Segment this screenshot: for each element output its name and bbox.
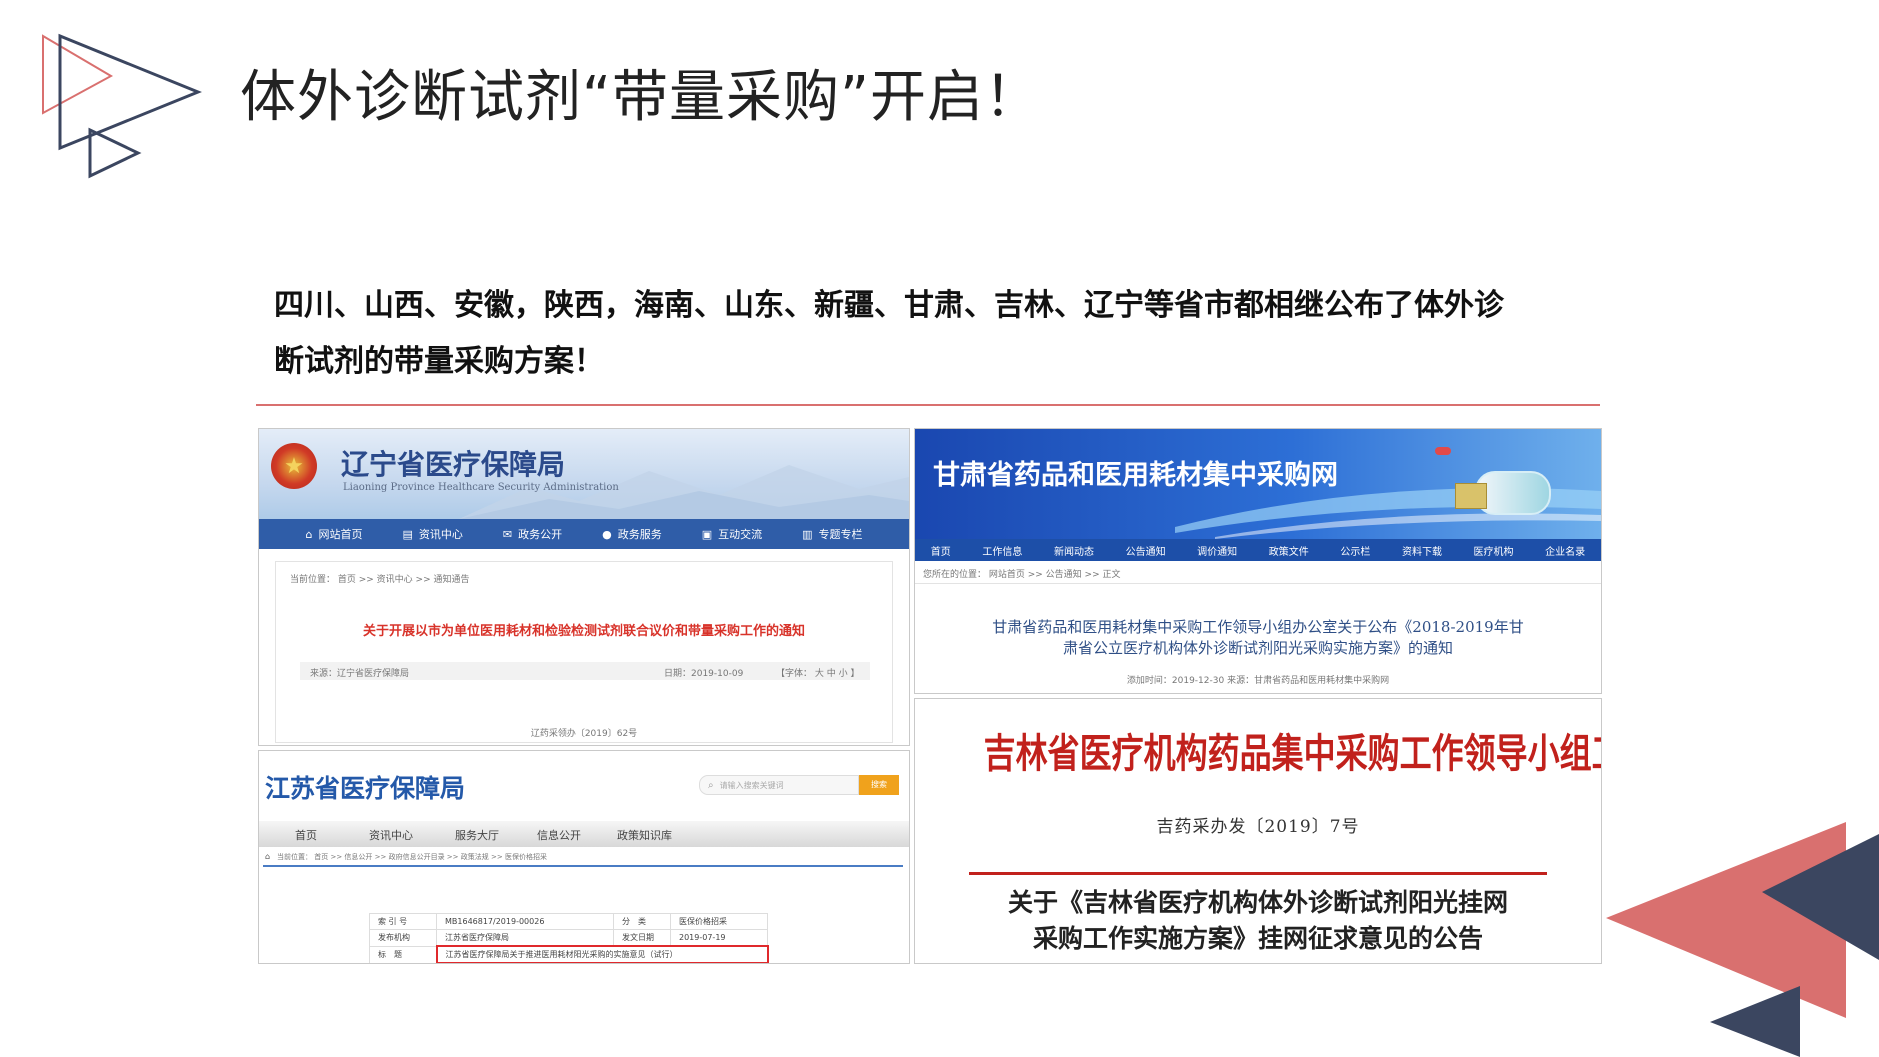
jilin-headline-line-1: 关于《吉林省医疗机构体外诊断试剂阳光挂网 bbox=[1007, 888, 1508, 917]
gansu-headline-line-1: 甘肃省药品和医用耗材集中采购工作领导小组办公室关于公布《2018-2019年甘 bbox=[992, 618, 1524, 636]
user-icon: ● bbox=[602, 527, 612, 541]
jiangsu-meta-box: 索 引 号 MB1646817/2019-00026 分 类 医保价格招采 发布… bbox=[369, 913, 769, 963]
nav-item-gov-open[interactable]: ✉ 政务公开 bbox=[503, 526, 562, 542]
jilin-doc-number: 吉药采办发〔2019〕7号 bbox=[1156, 817, 1360, 837]
liaoning-headline[interactable]: 关于开展以市为单位医用耗材和检验检测试剂联合议价和带量采购工作的通知 bbox=[276, 620, 892, 639]
intro-line-1: 四川、山西、安徽，陕西，海南、山东、新疆、甘肃、吉林、辽宁等省市都相继公布了体外… bbox=[274, 288, 1504, 323]
page-title: 体外诊断试剂“带量采购”开启！ bbox=[240, 65, 1042, 130]
jiangsu-breadcrumb: 当前位置： 首页 >> 信息公开 >> 政府信息公开目录 >> 政策法规 >> … bbox=[277, 853, 547, 861]
article-date: 日期：2019-10-09 bbox=[664, 669, 744, 679]
envelope-icon: ✉ bbox=[502, 527, 513, 541]
jiangsu-search-button[interactable]: 搜索 bbox=[859, 775, 899, 795]
doc-number: 辽药采领办〔2019〕62号 bbox=[530, 729, 638, 739]
gansu-site-title: 甘肃省药品和医用耗材集中采购网 bbox=[933, 460, 1338, 491]
jiangsu-nav-service[interactable]: 服务大厅 bbox=[455, 827, 499, 843]
gansu-article-meta: 添加时间：2019-12-30 来源：甘肃省药品和医用耗材集中采购网 bbox=[1126, 676, 1390, 686]
jilin-headline[interactable]: 关于《吉林省医疗机构体外诊断试剂阳光挂网 采购工作实施方案》挂网征求意见的公告 bbox=[915, 885, 1601, 957]
jilin-document: 吉林省医疗机构药品集中采购工作领导小组工作办公室文件 吉药采办发〔2019〕7号… bbox=[914, 698, 1602, 964]
gansu-nav-public[interactable]: 公示栏 bbox=[1340, 543, 1370, 558]
intro-line-2: 断试剂的带量采购方案！ bbox=[274, 344, 604, 379]
jiangsu-nav: 首页 资讯中心 服务大厅 信息公开 政策知识库 bbox=[259, 821, 909, 847]
columns-icon: ▥ bbox=[802, 527, 813, 541]
liaoning-nav: ⌂ 网站首页 ▤ 资讯中心 ✉ 政务公开 ● 政务服务 ▣ 互动交流 ▥ 专题专栏 bbox=[259, 519, 909, 549]
liaoning-site-title: 辽宁省医疗保障局 bbox=[341, 448, 566, 481]
jiangsu-nav-home[interactable]: 首页 bbox=[295, 827, 317, 843]
jiangsu-screenshot: 江苏省医疗保障局 ⌕ 请输入搜索关键词 搜索 首页 资讯中心 服务大厅 信息公开… bbox=[258, 750, 910, 964]
gansu-nav-companies[interactable]: 企业名录 bbox=[1545, 543, 1585, 558]
medicine-box-icon bbox=[1455, 483, 1487, 509]
table-row: 发布机构 江苏省医疗保障局 发文日期 2019-07-19 bbox=[369, 929, 768, 947]
liaoning-screenshot: ★ 辽宁省医疗保障局 Liaoning Province Healthcare … bbox=[258, 428, 910, 746]
gansu-nav-hospitals[interactable]: 医疗机构 bbox=[1474, 543, 1514, 558]
jiangsu-breadcrumb-bar: ⌂ 当前位置： 首页 >> 信息公开 >> 政府信息公开目录 >> 政策法规 >… bbox=[263, 851, 903, 867]
gansu-nav-policy[interactable]: 政策文件 bbox=[1269, 543, 1309, 558]
highlighted-title-cell: 江苏省医疗保障局关于推进医用耗材阳光采购的实施意见（试行） bbox=[435, 945, 769, 963]
table-row: 标 题 江苏省医疗保障局关于推进医用耗材阳光采购的实施意见（试行） bbox=[369, 945, 769, 963]
liaoning-banner: ★ 辽宁省医疗保障局 Liaoning Province Healthcare … bbox=[259, 429, 909, 519]
gansu-screenshot: 甘肃省药品和医用耗材集中采购网 首页 工作信息 新闻动态 公告通知 调价通知 政… bbox=[914, 428, 1602, 694]
book-icon: ▤ bbox=[402, 527, 413, 541]
gansu-breadcrumb: 您所在的位置： 网站首页 >> 公告通知 >> 正文 bbox=[923, 570, 1121, 580]
gansu-nav-price[interactable]: 调价通知 bbox=[1197, 543, 1237, 558]
gansu-nav-home[interactable]: 首页 bbox=[931, 543, 951, 558]
decor-triangles-top-left bbox=[42, 33, 202, 179]
font-size-toggle[interactable]: 【字体： 大 中 小 】 bbox=[776, 666, 859, 679]
divider-rule bbox=[256, 404, 1600, 406]
liaoning-content: 当前位置： 首页 >> 资讯中心 >> 通知通告 关于开展以市为单位医用耗材和检… bbox=[275, 561, 893, 743]
jiangsu-meta-table: 索 引 号 MB1646817/2019-00026 分 类 医保价格招采 发布… bbox=[369, 913, 769, 963]
jilin-headline-line-2: 采购工作实施方案》挂网征求意见的公告 bbox=[1032, 924, 1483, 953]
gansu-nav-work-info[interactable]: 工作信息 bbox=[982, 543, 1022, 558]
jilin-doc-title: 吉林省医疗机构药品集中采购工作领导小组工作办公室文件 bbox=[983, 730, 1601, 777]
gansu-nav-notices[interactable]: 公告通知 bbox=[1126, 543, 1166, 558]
nav-item-special[interactable]: ▥ 专题专栏 bbox=[802, 526, 862, 542]
gansu-headline-line-2: 肃省公立医疗机构体外诊断试剂阳光采购实施方案》的通知 bbox=[1062, 639, 1453, 657]
breadcrumb: 当前位置： 首页 >> 资讯中心 >> 通知通告 bbox=[290, 575, 470, 585]
national-emblem-icon: ★ bbox=[271, 443, 317, 489]
decor-triangles-bottom-right bbox=[1606, 822, 1879, 1057]
jilin-red-rule bbox=[969, 872, 1547, 875]
jiangsu-site-title: 江苏省医疗保障局 bbox=[265, 774, 466, 803]
table-row: 索 引 号 MB1646817/2019-00026 分 类 医保价格招采 bbox=[369, 913, 768, 930]
jiangsu-nav-info[interactable]: 信息公开 bbox=[537, 827, 581, 843]
jiangsu-search: ⌕ 请输入搜索关键词 搜索 bbox=[699, 775, 899, 795]
gansu-banner: 甘肃省药品和医用耗材集中采购网 bbox=[915, 429, 1601, 539]
gansu-headline[interactable]: 甘肃省药品和医用耗材集中采购工作领导小组办公室关于公布《2018-2019年甘 … bbox=[915, 617, 1601, 659]
nav-item-gov-service[interactable]: ● 政务服务 bbox=[602, 526, 662, 542]
gansu-breadcrumb-line bbox=[915, 583, 1601, 584]
gansu-nav: 首页 工作信息 新闻动态 公告通知 调价通知 政策文件 公示栏 资料下载 医疗机… bbox=[915, 539, 1601, 561]
chat-icon: ▣ bbox=[701, 527, 713, 541]
article-source: 来源：辽宁省医疗保障局 bbox=[310, 669, 410, 679]
article-meta-bar: 来源：辽宁省医疗保障局 日期：2019-10-09 【字体： 大 中 小 】 bbox=[300, 662, 870, 680]
jiangsu-doc-title[interactable]: 江苏省医疗保障局关于推进医用耗材阳光采购的实施意见（试行） bbox=[446, 950, 678, 959]
jiangsu-search-input[interactable]: ⌕ 请输入搜索关键词 bbox=[699, 775, 859, 795]
intro-text: 四川、山西、安徽，陕西，海南、山东、新疆、甘肃、吉林、辽宁等省市都相继公布了体外… bbox=[274, 278, 1574, 390]
pill-icon bbox=[1435, 447, 1451, 455]
home-icon: ⌂ bbox=[305, 527, 313, 541]
nav-item-home[interactable]: ⌂ 网站首页 bbox=[305, 526, 362, 542]
jiangsu-nav-policy[interactable]: 政策知识库 bbox=[617, 827, 672, 843]
search-icon: ⌕ bbox=[708, 779, 714, 791]
home-icon: ⌂ bbox=[265, 852, 271, 861]
jiangsu-nav-news[interactable]: 资讯中心 bbox=[369, 827, 413, 843]
gansu-nav-news[interactable]: 新闻动态 bbox=[1054, 543, 1094, 558]
gansu-nav-downloads[interactable]: 资料下载 bbox=[1402, 543, 1442, 558]
liaoning-site-subtitle: Liaoning Province Healthcare Security Ad… bbox=[343, 482, 619, 493]
nav-item-news[interactable]: ▤ 资讯中心 bbox=[402, 526, 462, 542]
nav-item-interaction[interactable]: ▣ 互动交流 bbox=[702, 526, 762, 542]
